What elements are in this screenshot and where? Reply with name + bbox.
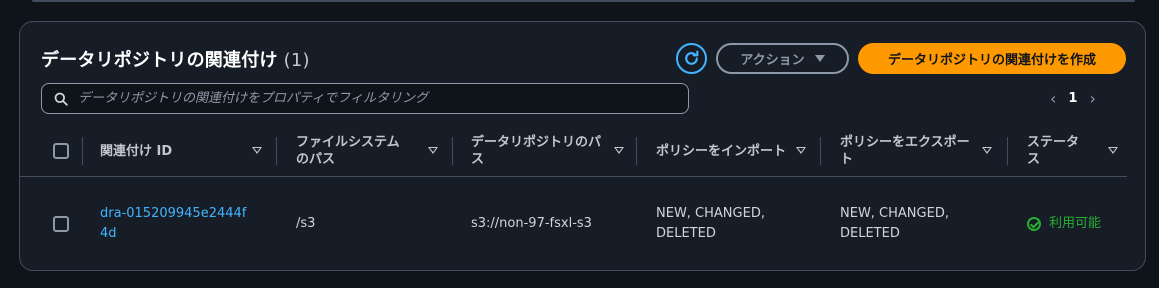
column-header-label: ステータス <box>1027 135 1080 167</box>
file-system-path-cell: /s3 <box>296 178 315 270</box>
sort-icon <box>796 147 806 154</box>
import-policy-cell: NEW, CHANGED, DELETED <box>656 178 776 270</box>
column-divider <box>820 137 821 165</box>
column-divider <box>452 137 453 165</box>
refresh-button[interactable] <box>676 43 707 74</box>
create-association-button[interactable]: データリポジトリの関連付けを作成 <box>858 43 1126 74</box>
pagination: ‹ 1 › <box>1050 88 1096 108</box>
column-header-label: ポリシーをエクスポート <box>840 135 970 167</box>
filter-search-input[interactable] <box>78 91 688 106</box>
caret-down-icon <box>814 55 825 62</box>
sort-icon <box>614 147 624 154</box>
current-page-number[interactable]: 1 <box>1068 91 1077 106</box>
file-system-path-value: /s3 <box>296 216 316 231</box>
status-cell: 利用可能 <box>1027 178 1101 270</box>
column-divider <box>276 137 277 165</box>
select-all-checkbox[interactable] <box>53 143 69 159</box>
search-icon <box>54 92 68 106</box>
sort-icon <box>982 147 992 154</box>
column-divider <box>82 137 83 165</box>
column-header-label: データリポジトリのパス <box>471 135 602 167</box>
data-repository-path-cell: s3://non-97-fsxl-s3 <box>471 178 592 270</box>
column-divider <box>1007 137 1008 165</box>
actions-dropdown-button[interactable]: アクション <box>716 43 849 74</box>
select-all-cell <box>53 125 69 177</box>
row-select-checkbox[interactable] <box>53 216 69 232</box>
panel-title-text: データリポジトリの関連付け <box>41 50 278 71</box>
refresh-icon <box>685 50 699 65</box>
status-badge: 利用可能 <box>1027 214 1101 234</box>
export-policy-cell: NEW, CHANGED, DELETED <box>840 178 960 270</box>
association-id-link[interactable]: dra-015209945e2444f4d <box>100 204 250 244</box>
data-repository-path-value: s3://non-97-fsxl-s3 <box>471 216 592 231</box>
association-id-cell: dra-015209945e2444f4d <box>100 178 250 270</box>
table-row: dra-015209945e2444f4d /s3 s3://non-97-fs… <box>20 178 1127 270</box>
chevron-left-icon[interactable]: ‹ <box>1050 89 1056 108</box>
column-header-data-repository-path[interactable]: データリポジトリのパス <box>471 125 624 177</box>
actions-label: アクション <box>740 53 805 68</box>
panel-title-count: (1) <box>283 50 310 71</box>
import-policy-value: NEW, CHANGED, DELETED <box>656 206 765 241</box>
panel-title: データリポジトリの関連付け (1) <box>41 46 310 72</box>
filter-search-box[interactable] <box>41 83 689 114</box>
column-header-import-policy[interactable]: ポリシーをインポート <box>656 125 806 177</box>
previous-panel-edge <box>32 0 1135 2</box>
sort-icon <box>252 147 262 154</box>
table-header: 関連付け ID ファイルシステムのパス データリポジトリのパス ポリシーをインポ… <box>20 125 1127 177</box>
create-association-label: データリポジトリの関連付けを作成 <box>887 53 1096 68</box>
row-select-cell <box>53 178 69 270</box>
chevron-right-icon[interactable]: › <box>1089 89 1095 108</box>
sort-icon <box>428 147 438 154</box>
column-header-file-system-path[interactable]: ファイルシステムのパス <box>296 125 438 177</box>
data-repository-associations-panel: データリポジトリの関連付け (1) アクション データリポジトリの関連付けを作成 … <box>19 21 1146 271</box>
column-header-association-id[interactable]: 関連付け ID <box>100 125 262 177</box>
column-header-export-policy[interactable]: ポリシーをエクスポート <box>840 125 992 177</box>
column-header-label: ポリシーをインポート <box>656 143 787 159</box>
column-header-status[interactable]: ステータス <box>1027 125 1118 177</box>
column-header-label: ファイルシステムのパス <box>296 135 400 167</box>
sort-icon <box>1108 147 1118 154</box>
column-header-label: 関連付け ID <box>100 143 173 159</box>
export-policy-value: NEW, CHANGED, DELETED <box>840 206 949 241</box>
status-ok-icon <box>1027 217 1041 231</box>
status-text: 利用可能 <box>1049 216 1102 231</box>
column-divider <box>636 137 637 165</box>
